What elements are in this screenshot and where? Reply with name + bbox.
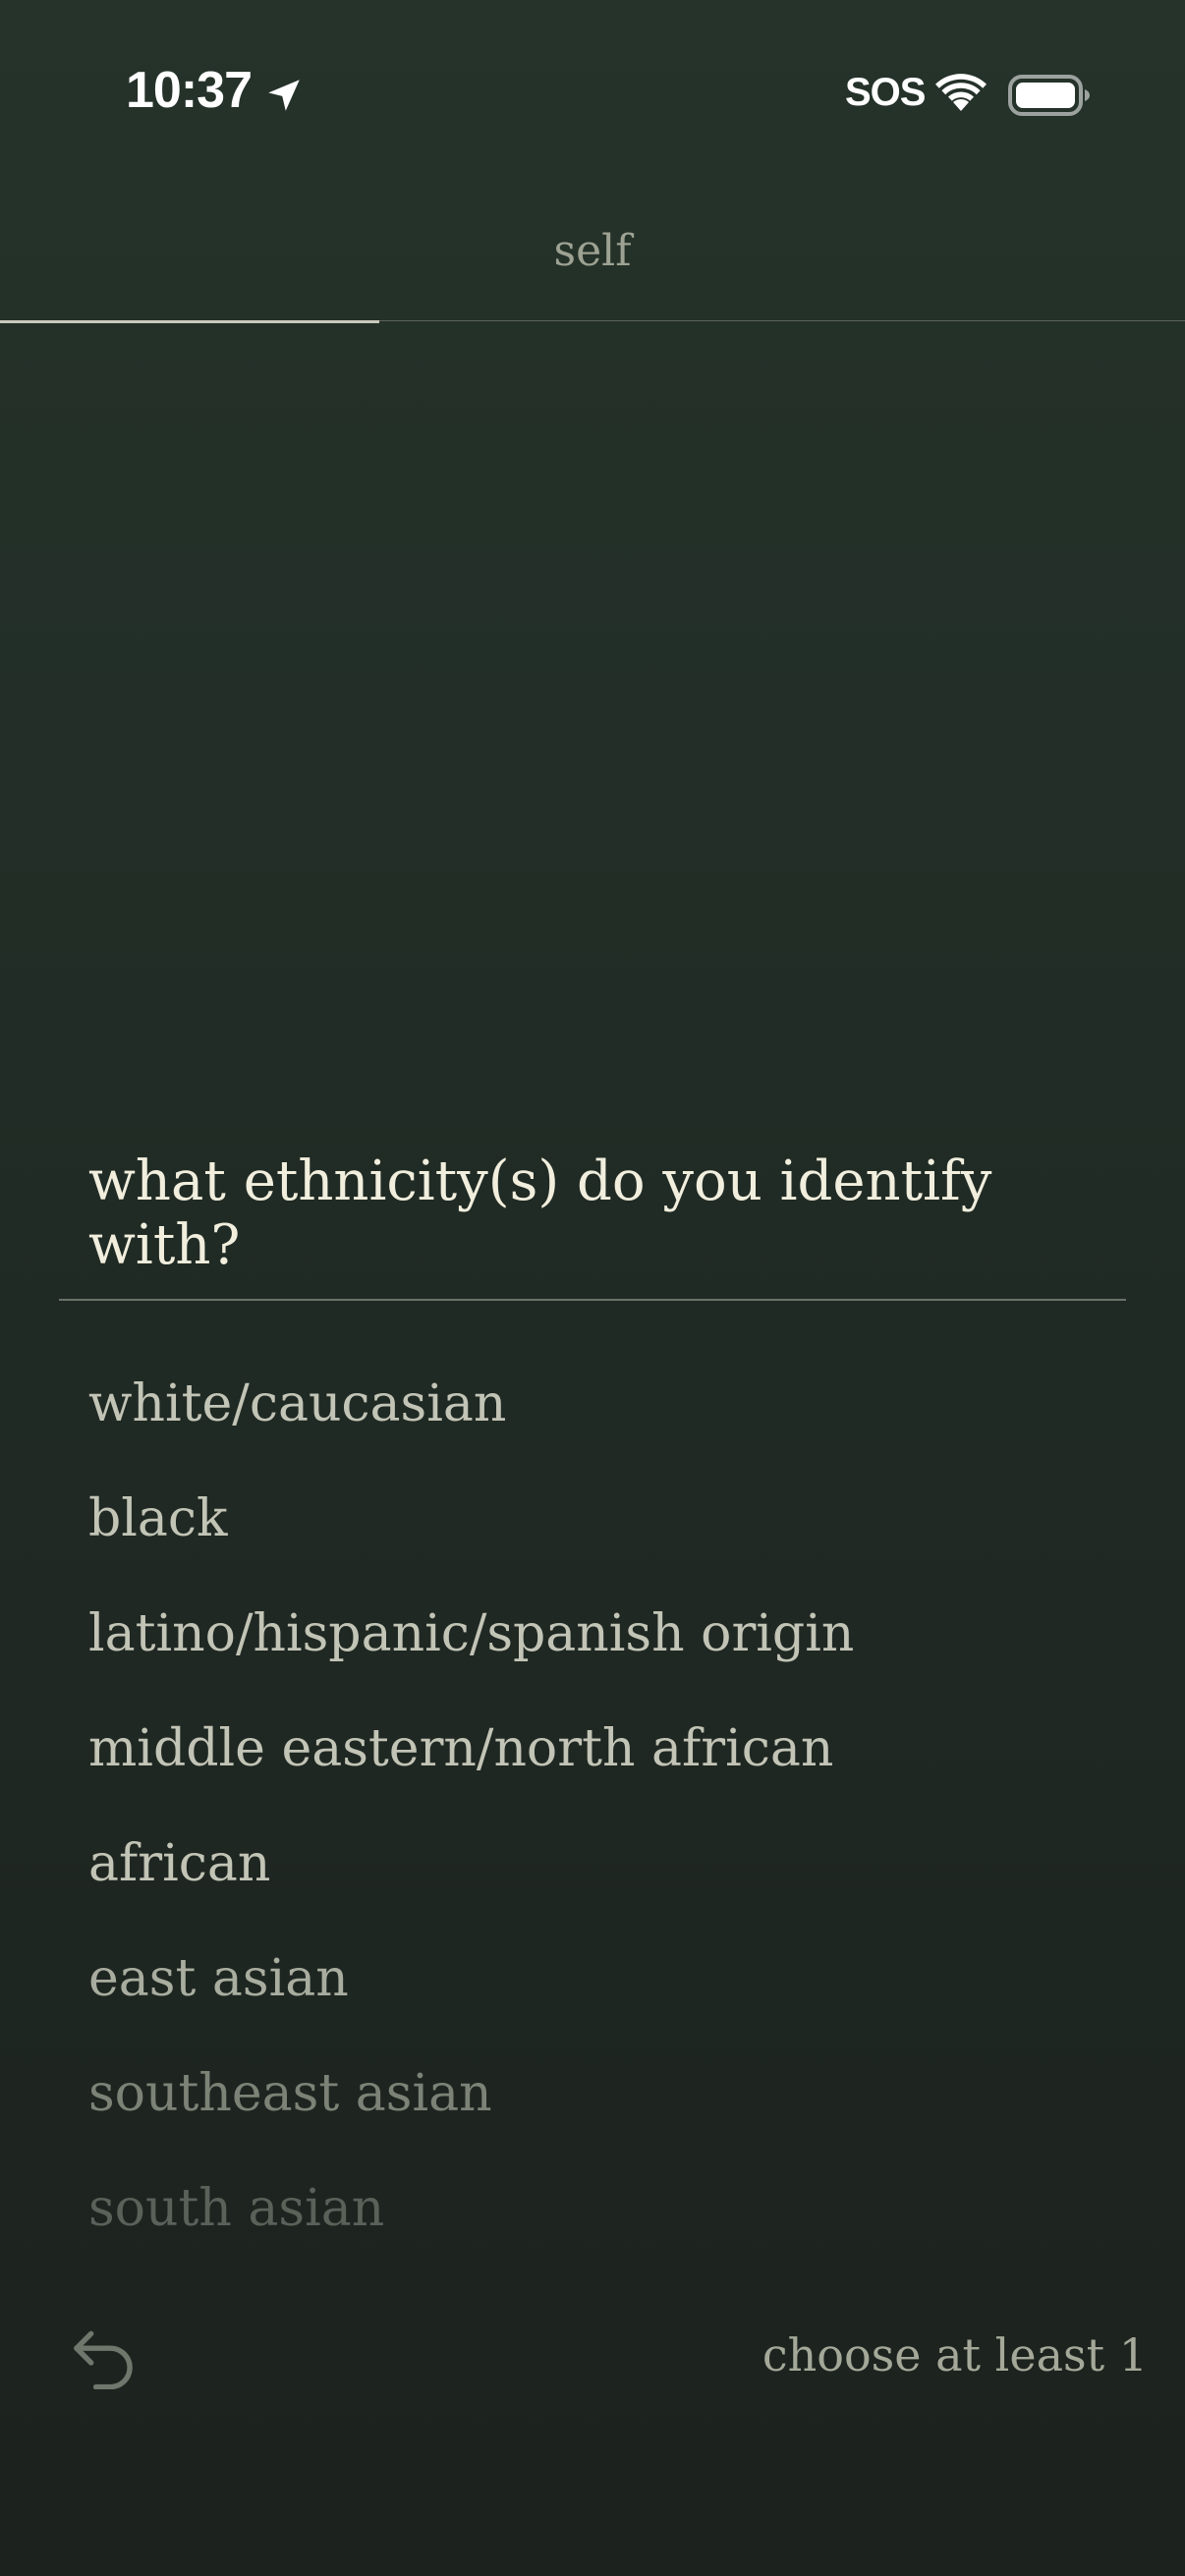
sos-indicator: SOS	[845, 71, 926, 114]
option-black[interactable]: black	[88, 1475, 1130, 1590]
status-bar: 10:37 SOS	[0, 0, 1185, 187]
option-south-asian[interactable]: south asian	[88, 2164, 1130, 2279]
selection-hint: choose at least 1	[762, 2328, 1148, 2381]
undo-arrow-icon[interactable]	[69, 2326, 138, 2389]
section-title: self	[553, 226, 632, 276]
option-east-asian[interactable]: east asian	[88, 1934, 1130, 2049]
ethnicity-options-list: white/caucasian black latino/hispanic/sp…	[88, 1360, 1130, 2279]
option-african[interactable]: african	[88, 1820, 1130, 1934]
progress-bar	[0, 320, 379, 323]
bottom-bar: choose at least 1	[0, 2279, 1185, 2436]
question-title: what ethnicity(s) do you identify with?	[88, 1149, 992, 1277]
option-southeast-asian[interactable]: southeast asian	[88, 2049, 1130, 2164]
wifi-icon	[935, 74, 987, 111]
question-divider	[59, 1299, 1126, 1301]
option-white-caucasian[interactable]: white/caucasian	[88, 1360, 1130, 1475]
location-arrow-icon	[268, 80, 300, 111]
status-time: 10:37	[126, 62, 253, 119]
option-middle-eastern-north-african[interactable]: middle eastern/north african	[88, 1705, 1130, 1820]
option-latino-hispanic-spanish-origin[interactable]: latino/hispanic/spanish origin	[88, 1590, 1130, 1705]
battery-icon	[1008, 75, 1090, 116]
